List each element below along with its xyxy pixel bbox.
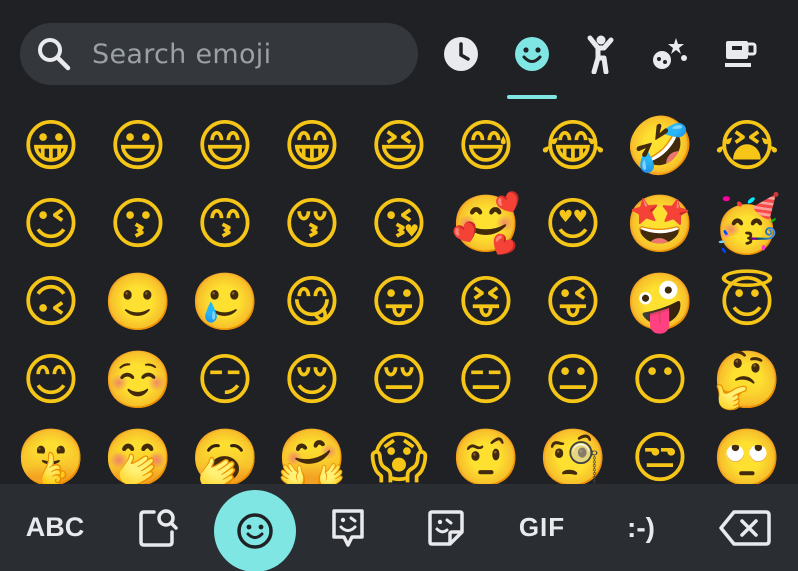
- emoji-halo-face[interactable]: 😇: [708, 264, 786, 342]
- person-icon: [587, 35, 614, 74]
- emoji-relieved-face[interactable]: 😌: [273, 342, 351, 420]
- emoji-neutral-face[interactable]: 😐: [534, 342, 612, 420]
- search-placeholder: Search emoji: [92, 38, 272, 70]
- emoji-squinting-tongue[interactable]: 😝: [447, 264, 525, 342]
- emoji-kissing-closed-eyes[interactable]: 😚: [273, 186, 351, 264]
- category-food[interactable]: [720, 34, 760, 74]
- emoji-winking-face[interactable]: 😉: [12, 186, 90, 264]
- emoji-monocle-face[interactable]: 🧐: [534, 420, 612, 485]
- sticker-search-icon: [139, 508, 178, 547]
- emoji-upside-down[interactable]: 🙃: [12, 264, 90, 342]
- emoji-grid: 😀 😃 😄 😁 😆 😅 😂 🤣 😭 😉 😗 😙 😚 😘 🥰 😍 🤩 🥳 🙃 🙂 …: [0, 108, 798, 485]
- emoji-unamused-face[interactable]: 😒: [621, 420, 699, 485]
- emoji-tongue-out[interactable]: 😛: [360, 264, 438, 342]
- emoji-tab-button[interactable]: [214, 490, 296, 571]
- emoji-smiling-hearts[interactable]: 🥰: [447, 186, 525, 264]
- emoji-slightly-smiling[interactable]: 🙂: [99, 264, 177, 342]
- search-emoji-field[interactable]: Search emoji: [20, 23, 418, 85]
- stickers-button[interactable]: [418, 484, 474, 571]
- smiley-icon: [237, 513, 273, 549]
- abc-button[interactable]: ABC: [14, 484, 96, 571]
- backspace-button[interactable]: [712, 484, 778, 571]
- emoji-grinning-squinting[interactable]: 😆: [360, 108, 438, 186]
- emoji-pensive-face[interactable]: 😔: [360, 342, 438, 420]
- smiley-icon: [515, 37, 549, 71]
- emoji-kissing-smiling-eyes[interactable]: 😙: [186, 186, 264, 264]
- emoji-keyboard: Search emoji 😀 😃 😄 😁 😆 😅 😂 🤣 😭 😉 😗 😙 😚 😘…: [0, 0, 798, 571]
- category-people[interactable]: [580, 34, 620, 74]
- emoji-star-struck[interactable]: 🤩: [621, 186, 699, 264]
- emoji-smirking-face[interactable]: 😏: [186, 342, 264, 420]
- emoji-beaming-face[interactable]: 😁: [273, 108, 351, 186]
- emoji-loudly-crying[interactable]: 😭: [708, 108, 786, 186]
- emoji-blowing-kiss[interactable]: 😘: [360, 186, 438, 264]
- emoji-rolling-eyes[interactable]: 🙄: [708, 420, 786, 485]
- emoticon-button[interactable]: :-): [606, 484, 676, 571]
- abc-label: ABC: [25, 512, 85, 542]
- emoji-hand-over-mouth[interactable]: 🤭: [99, 420, 177, 485]
- emoji-tears-of-joy[interactable]: 😂: [534, 108, 612, 186]
- category-smileys[interactable]: [512, 34, 552, 74]
- emoji-no-mouth[interactable]: 😶: [621, 342, 699, 420]
- emoji-raised-eyebrow[interactable]: 🤨: [447, 420, 525, 485]
- keyboard-bottom-bar: ABC GIF:-): [0, 484, 798, 571]
- bitmoji-button[interactable]: [320, 484, 376, 571]
- emoji-savoring-food[interactable]: 😋: [273, 264, 351, 342]
- emoji-thinking-face[interactable]: 🤔: [708, 342, 786, 420]
- emoji-hugging-face[interactable]: 🤗: [273, 420, 351, 485]
- emoji-smiling-face[interactable]: ☺️: [99, 342, 177, 420]
- emoji-heart-eyes[interactable]: 😍: [534, 186, 612, 264]
- active-category-indicator: [507, 95, 557, 99]
- emoji-grinning-face-big-eyes[interactable]: 😃: [99, 108, 177, 186]
- celebration-icon: [653, 38, 687, 69]
- emoji-grinning-face[interactable]: 😀: [12, 108, 90, 186]
- coffee-icon: [725, 41, 757, 67]
- emoji-partying-face[interactable]: 🥳: [708, 186, 786, 264]
- bitmoji-icon: [332, 508, 364, 547]
- search-icon: [38, 38, 71, 71]
- backspace-icon: [719, 509, 771, 546]
- clock-icon: [444, 37, 478, 71]
- emoji-blushing-smile[interactable]: 😊: [12, 342, 90, 420]
- emoji-winking-tongue[interactable]: 😜: [534, 264, 612, 342]
- emoji-smiling-tear[interactable]: 🥲: [186, 264, 264, 342]
- emoji-screaming-fear[interactable]: 😱: [360, 420, 438, 485]
- emoticon-label: :-): [627, 511, 655, 543]
- emoji-shushing-face[interactable]: 🤫: [12, 420, 90, 485]
- emoji-yawning-face[interactable]: 🥱: [186, 420, 264, 485]
- gif-label: GIF: [518, 512, 566, 542]
- gif-button[interactable]: GIF: [510, 484, 574, 571]
- emoji-top-bar: Search emoji: [0, 0, 798, 108]
- emoji-expressionless[interactable]: 😑: [447, 342, 525, 420]
- emoji-search-sticker-button[interactable]: [128, 484, 188, 571]
- emoji-grinning-smiling-eyes[interactable]: 😄: [186, 108, 264, 186]
- emoji-zany-face[interactable]: 🤪: [621, 264, 699, 342]
- sticker-icon: [428, 509, 464, 546]
- emoji-kissing-face[interactable]: 😗: [99, 186, 177, 264]
- emoji-grinning-sweat[interactable]: 😅: [447, 108, 525, 186]
- emoji-rolling-laughing[interactable]: 🤣: [621, 108, 699, 186]
- category-recent[interactable]: [441, 34, 481, 74]
- category-activities[interactable]: [650, 34, 690, 74]
